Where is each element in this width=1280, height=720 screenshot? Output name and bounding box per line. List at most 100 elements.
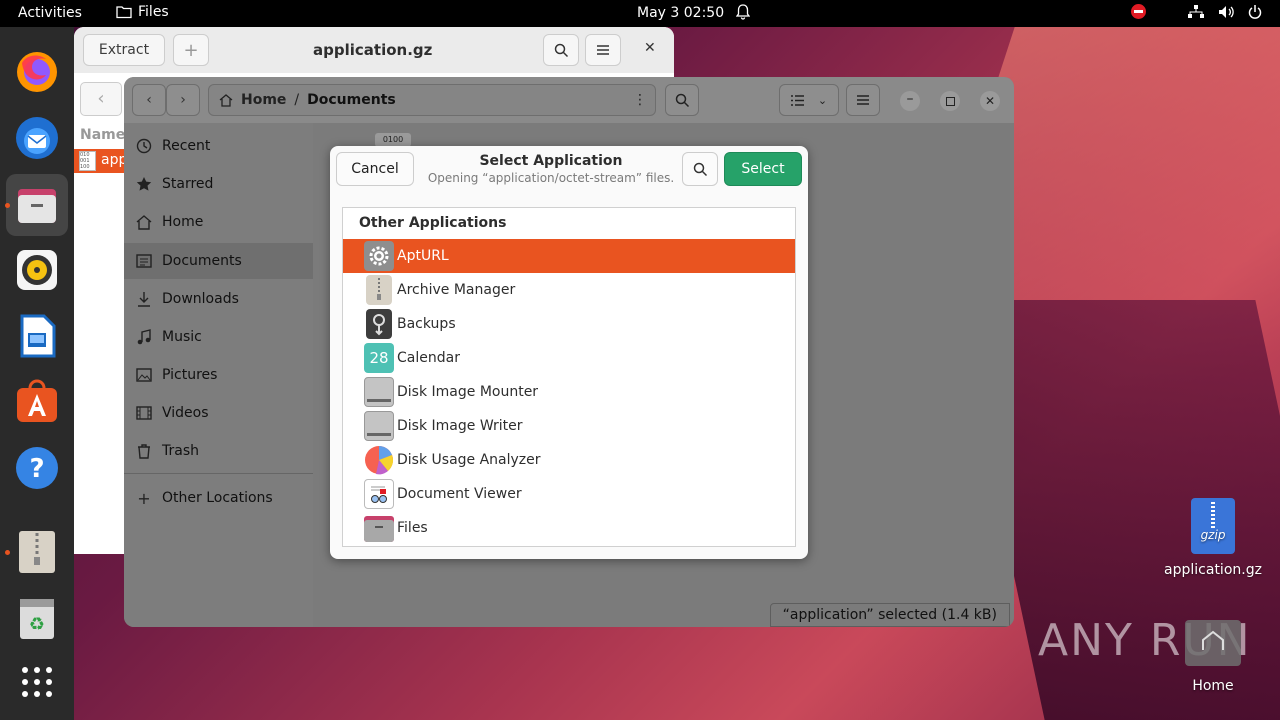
disk-icon [364, 377, 394, 407]
home-folder-icon [1185, 620, 1241, 666]
desktop-archive-label: application.gz [1164, 562, 1262, 578]
sidebar-item-pictures[interactable]: Pictures [136, 360, 217, 390]
music-icon [137, 329, 151, 345]
minimize-icon[interactable]: – [900, 91, 920, 111]
calendar-icon: 28 [364, 343, 394, 373]
sidebar-item-label: Home [162, 214, 204, 230]
list-item[interactable]: Backups [343, 307, 795, 341]
files-menu-button[interactable] [846, 84, 880, 116]
chevron-left-icon: ‹ [146, 92, 152, 108]
dialog-search-button[interactable] [682, 152, 718, 186]
thunderbird-icon[interactable] [14, 115, 60, 161]
rhythmbox-icon[interactable] [14, 247, 60, 293]
svg-text:♻: ♻ [29, 614, 45, 635]
archive-icon [366, 275, 392, 305]
system-tray[interactable] [1131, 4, 1262, 19]
search-icon [554, 43, 568, 57]
files-dock-icon[interactable] [6, 174, 68, 236]
list-item[interactable]: 28 Calendar [343, 341, 795, 375]
list-item[interactable]: Archive Manager [343, 273, 795, 307]
home-icon [219, 93, 233, 107]
sidebar-item-other-locations[interactable]: + Other Locations [136, 483, 273, 513]
firefox-icon[interactable] [14, 49, 60, 95]
maximize-icon[interactable] [940, 91, 960, 111]
files-search-button[interactable] [665, 84, 699, 116]
sidebar-item-trash[interactable]: Trash [136, 436, 199, 466]
archive-file-row[interactable]: 010 001 100 app [74, 149, 127, 173]
running-indicator [5, 203, 10, 208]
app-name: Files [138, 4, 169, 20]
app-menu[interactable]: Files [116, 4, 169, 20]
calendar-day: 28 [369, 349, 389, 367]
running-indicator [5, 550, 10, 555]
sidebar-item-label: Downloads [162, 291, 239, 307]
document-viewer-icon [364, 479, 394, 509]
sidebar-item-starred[interactable]: Starred [136, 169, 213, 199]
extract-button[interactable]: Extract [83, 34, 165, 66]
list-item-label: Disk Usage Analyzer [397, 452, 541, 468]
dialog-title: Select Application [479, 153, 623, 169]
desktop-archive-file[interactable]: gzip application.gz [1160, 498, 1266, 578]
sidebar-item-videos[interactable]: Videos [136, 398, 209, 428]
add-button[interactable]: + [173, 34, 209, 66]
list-item[interactable]: Disk Usage Analyzer [343, 443, 795, 477]
forward-button[interactable]: › [166, 84, 200, 116]
list-item[interactable]: Files [343, 511, 795, 545]
select-button[interactable]: Select [724, 152, 802, 186]
desktop-home-folder[interactable]: Home [1180, 620, 1246, 694]
plus-icon: + [137, 488, 151, 508]
star-icon [136, 177, 152, 191]
list-item-label: Archive Manager [397, 282, 516, 298]
list-item[interactable]: Disk Image Mounter [343, 375, 795, 409]
trash-icon [138, 444, 150, 459]
clock-icon [136, 138, 152, 154]
dock: ? ♻ [0, 27, 74, 720]
archive-search-button[interactable] [543, 34, 579, 66]
bell-icon[interactable] [735, 4, 751, 24]
sidebar-item-label: Other Locations [162, 490, 273, 506]
breadcrumb-home[interactable]: Home [241, 92, 286, 108]
breadcrumb-current[interactable]: Documents [307, 92, 396, 108]
close-icon[interactable]: ✕ [644, 40, 656, 56]
cancel-button[interactable]: Cancel [336, 152, 414, 186]
sidebar-item-home[interactable]: Home [136, 207, 203, 237]
app-center-icon[interactable] [14, 379, 60, 425]
disk-icon [364, 411, 394, 441]
column-name-header[interactable]: Name [80, 127, 125, 143]
sidebar-item-label: Recent [162, 138, 211, 154]
list-item-label: Disk Image Writer [397, 418, 523, 434]
help-icon[interactable]: ? [14, 445, 60, 491]
sidebar-item-recent[interactable]: Recent [136, 131, 210, 161]
activities-button[interactable]: Activities [18, 5, 82, 21]
gear-icon [364, 241, 394, 271]
files-headerbar: ‹ › Home / Documents ⋮ ⌄ – ✕ [124, 77, 1014, 123]
application-list[interactable]: Other Applications AptURL Archive Manage… [342, 207, 796, 547]
pie-icon [364, 445, 394, 475]
svg-text:?: ? [29, 454, 44, 484]
file-thumbnail[interactable]: 0100 [375, 133, 411, 147]
show-apps-icon[interactable] [14, 659, 60, 705]
list-item[interactable]: Disk Image Writer [343, 409, 795, 443]
status-bar: “application” selected (1.4 kB) [769, 603, 1010, 627]
hamburger-icon [597, 45, 609, 55]
view-toggle[interactable]: ⌄ [779, 84, 839, 116]
archive-manager-dock-icon[interactable] [14, 529, 60, 575]
list-item-label: Calendar [397, 350, 460, 366]
list-item[interactable]: AptURL [343, 239, 795, 273]
list-item[interactable]: Document Viewer [343, 477, 795, 511]
hamburger-icon [857, 95, 869, 105]
close-icon[interactable]: ✕ [980, 91, 1000, 111]
path-menu-button[interactable]: ⋮ [624, 84, 656, 116]
libreoffice-writer-icon[interactable] [14, 313, 60, 359]
archive-menu-button[interactable] [585, 34, 621, 66]
desktop-home-label: Home [1192, 678, 1234, 694]
back-button[interactable]: ‹ [132, 84, 166, 116]
trash-dock-icon[interactable]: ♻ [14, 595, 60, 641]
sidebar-item-documents[interactable]: Documents [136, 246, 242, 276]
path-bar[interactable]: Home / Documents [208, 84, 656, 116]
sidebar-item-music[interactable]: Music [136, 322, 202, 352]
sidebar-item-downloads[interactable]: Downloads [136, 284, 239, 314]
clock[interactable]: May 3 02:50 [637, 5, 724, 21]
back-button[interactable]: ‹ [80, 82, 122, 116]
video-icon [136, 406, 152, 420]
